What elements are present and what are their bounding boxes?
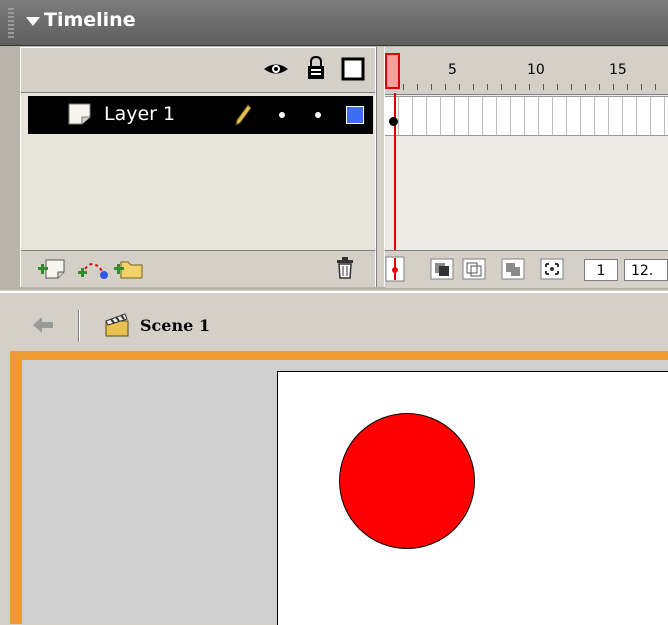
ruler-label-5: 5	[448, 62, 457, 78]
panel-title: Timeline	[44, 9, 136, 31]
center-frame-icon[interactable]	[385, 256, 405, 282]
show-hide-eye-icon[interactable]	[263, 60, 289, 78]
ruler-label-15: 15	[609, 62, 627, 78]
panel-divider[interactable]	[376, 47, 385, 287]
layers-footer	[21, 250, 375, 287]
keyframe-dot[interactable]	[389, 117, 398, 126]
frame-cells[interactable]	[385, 96, 668, 136]
scene-label[interactable]: Scene 1	[140, 316, 210, 335]
pencil-icon	[235, 104, 252, 126]
scene-clapper-icon	[105, 313, 129, 337]
outline-icon[interactable]	[341, 57, 365, 81]
edit-bar-separator	[78, 310, 80, 342]
lock-icon[interactable]	[307, 56, 325, 80]
ruler-ticks	[403, 84, 668, 90]
red-circle-shape[interactable]	[339, 413, 475, 549]
layer-icon	[68, 103, 91, 125]
frame-rate-field[interactable]: 12.	[624, 259, 668, 281]
edit-multiple-frames-icon[interactable]	[501, 258, 525, 280]
visibility-dot[interactable]	[279, 112, 285, 118]
edit-bar	[0, 291, 668, 353]
back-arrow-icon[interactable]	[32, 316, 54, 334]
add-motion-guide-icon[interactable]	[76, 254, 110, 282]
collapse-triangle-icon[interactable]	[26, 17, 40, 26]
current-frame-field[interactable]: 1	[584, 259, 618, 281]
insert-layer-folder-icon[interactable]	[112, 256, 144, 280]
playhead[interactable]	[385, 53, 400, 89]
delete-layer-trash-icon[interactable]	[335, 257, 355, 279]
layer-name[interactable]: Layer 1	[104, 103, 175, 125]
lock-dot[interactable]	[315, 112, 321, 118]
insert-layer-icon[interactable]	[36, 256, 68, 280]
ruler-label-10: 10	[527, 62, 545, 78]
drag-grip-icon[interactable]	[8, 8, 14, 38]
onion-skin-outlines-icon[interactable]	[462, 258, 486, 280]
modify-onion-markers-icon[interactable]	[540, 258, 564, 280]
onion-skin-icon[interactable]	[430, 258, 454, 280]
layer-color-swatch[interactable]	[346, 106, 364, 124]
